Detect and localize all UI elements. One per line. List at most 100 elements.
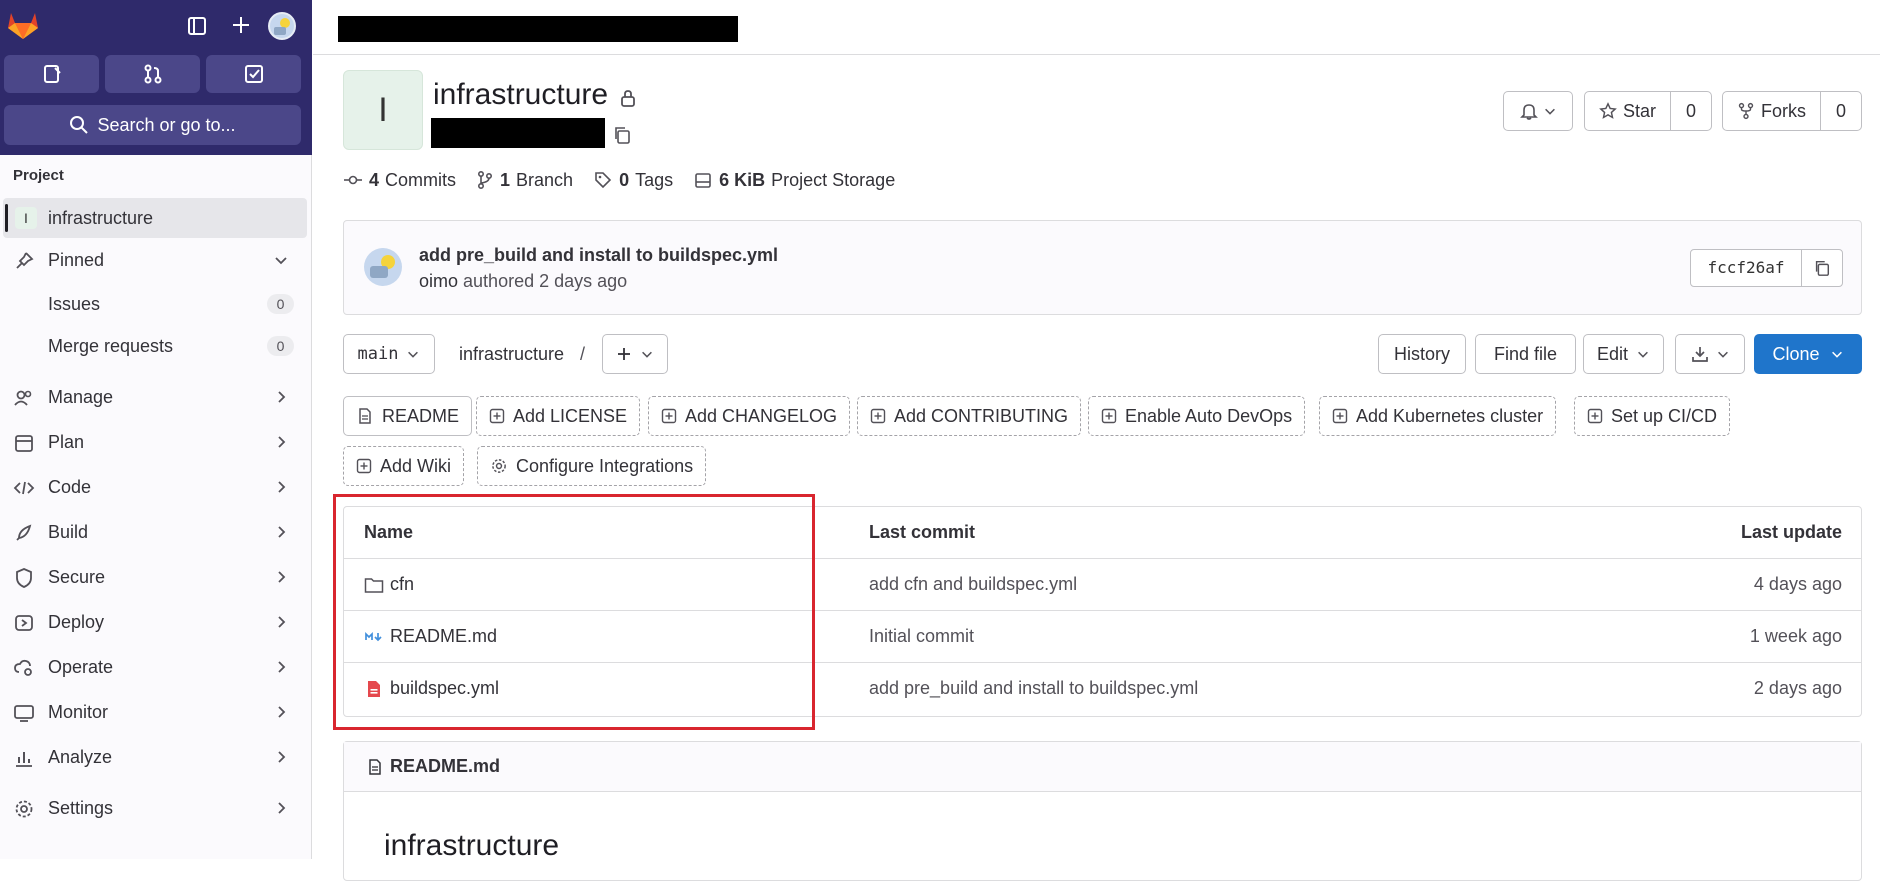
commit-icon — [343, 170, 363, 190]
merge-requests-count-badge: 0 — [267, 336, 294, 356]
enable-auto-devops-label: Enable Auto DevOps — [1125, 405, 1293, 426]
sidebar-item-merge-requests[interactable]: Merge requests 0 — [3, 326, 307, 366]
project-stats: 4 Commits 1 Branch 0 Tags 6 KiB Project … — [343, 168, 915, 192]
file-last-commit-link[interactable]: add cfn and buildspec.yml — [869, 574, 1077, 595]
breadcrumb-separator: / — [580, 344, 586, 364]
sidebar-item-label: infrastructure — [48, 207, 154, 228]
branch-selector[interactable]: main — [343, 334, 435, 374]
file-last-commit-link[interactable]: add pre_build and install to buildspec.y… — [869, 678, 1198, 699]
top-bar — [313, 0, 1880, 55]
sidebar-item-manage[interactable]: Manage — [3, 377, 307, 417]
commits-stat[interactable]: 4 Commits — [343, 170, 456, 191]
sidebar-item-analyze[interactable]: Analyze — [3, 737, 307, 777]
code-icon — [13, 477, 35, 499]
storage-icon — [693, 170, 713, 190]
configure-integrations-button[interactable]: Configure Integrations — [477, 446, 707, 486]
sidebar-item-project[interactable]: I infrastructure — [3, 198, 307, 238]
breadcrumb-repo-link[interactable]: infrastructure — [459, 344, 564, 365]
download-button[interactable] — [1675, 334, 1745, 374]
readme-label: README — [382, 405, 460, 426]
copy-icon — [1813, 259, 1831, 277]
tags-label: Tags — [635, 169, 674, 190]
commit-title-link[interactable]: add pre_build and install to buildspec.y… — [419, 245, 778, 266]
add-wiki-label: Add Wiki — [380, 455, 452, 476]
plus-square-icon — [489, 408, 505, 424]
enable-auto-devops-button[interactable]: Enable Auto DevOps — [1088, 396, 1306, 436]
sidebar-item-label: Monitor — [48, 701, 109, 722]
sidebar-item-label: Manage — [48, 386, 114, 407]
redacted-project-id — [431, 118, 605, 148]
sidebar-item-issues[interactable]: Issues 0 — [3, 284, 307, 324]
issues-icon — [41, 63, 63, 85]
find-file-button[interactable]: Find file — [1475, 334, 1576, 374]
readme-button[interactable]: README — [343, 396, 473, 436]
sidebar-item-pinned[interactable]: Pinned — [3, 240, 307, 280]
commit-author-avatar[interactable] — [364, 248, 402, 286]
chevron-right-icon — [273, 569, 289, 585]
commit-time: authored 2 days ago — [463, 271, 628, 291]
sidebar-item-secure[interactable]: Secure — [3, 557, 307, 597]
chevron-right-icon — [273, 479, 289, 495]
toggle-sidebar-icon[interactable] — [184, 13, 210, 39]
add-wiki-button[interactable]: Add Wiki — [343, 446, 465, 486]
add-kubernetes-cluster-button[interactable]: Add Kubernetes cluster — [1319, 396, 1557, 436]
storage-stat[interactable]: 6 KiB Project Storage — [693, 170, 895, 191]
set-up-ci-cd-button[interactable]: Set up CI/CD — [1574, 396, 1731, 436]
forks-count[interactable]: 0 — [1821, 101, 1861, 122]
add-contributing-button[interactable]: Add CONTRIBUTING — [857, 396, 1082, 436]
file-last-update: 1 week ago — [1749, 626, 1842, 646]
edit-button[interactable]: Edit — [1583, 334, 1664, 374]
sidebar: Search or go to... Project I infrastruct… — [0, 0, 312, 859]
sidebar-item-deploy[interactable]: Deploy — [3, 602, 307, 642]
project-title: infrastructure — [433, 78, 609, 111]
chart-icon — [13, 747, 35, 769]
readme-heading: infrastructure — [384, 829, 560, 862]
sidebar-item-plan[interactable]: Plan — [3, 422, 307, 462]
sidebar-item-code[interactable]: Code — [3, 467, 307, 507]
commit-sha[interactable]: fccf26af — [1690, 249, 1802, 287]
sidebar-item-operate[interactable]: Operate — [3, 647, 307, 687]
tags-count: 0 — [619, 169, 630, 190]
sidebar-item-label: Plan — [48, 431, 85, 452]
gitlab-logo-icon[interactable] — [6, 9, 40, 41]
sidebar-item-settings[interactable]: Settings — [3, 788, 307, 828]
download-icon — [1690, 344, 1710, 364]
copy-sha-button[interactable] — [1801, 249, 1843, 287]
plus-icon[interactable] — [228, 12, 254, 38]
storage-size: 6 KiB — [719, 169, 766, 190]
edit-label: Edit — [1596, 343, 1629, 364]
sidebar-item-monitor[interactable]: Monitor — [3, 692, 307, 732]
add-to-tree-button[interactable] — [602, 334, 668, 374]
star-button[interactable]: Star 0 — [1584, 91, 1712, 131]
add-license-button[interactable]: Add LICENSE — [476, 396, 641, 436]
notification-settings-button[interactable] — [1503, 91, 1573, 131]
chevron-down-icon — [1830, 347, 1844, 361]
tags-stat[interactable]: 0 Tags — [593, 170, 673, 191]
sidebar-item-label: Merge requests — [48, 335, 174, 356]
assigned-issues-button[interactable] — [4, 55, 99, 93]
search-button[interactable]: Search or go to... — [4, 105, 301, 145]
chevron-down-icon — [640, 347, 654, 361]
copy-icon[interactable] — [612, 125, 632, 145]
clone-button[interactable]: Clone — [1754, 334, 1862, 374]
merge-requests-button[interactable] — [105, 55, 200, 93]
todo-list-button[interactable] — [206, 55, 301, 93]
bell-icon — [1519, 101, 1539, 121]
add-changelog-button[interactable]: Add CHANGELOG — [648, 396, 851, 436]
sidebar-item-label: Pinned — [48, 249, 105, 270]
chevron-down-icon — [406, 347, 420, 361]
history-button[interactable]: History — [1378, 334, 1466, 374]
chevron-right-icon — [273, 704, 289, 720]
readme-filename[interactable]: README.md — [390, 756, 500, 777]
plus-square-icon — [1101, 408, 1117, 424]
star-count[interactable]: 0 — [1671, 101, 1711, 122]
plus-icon — [616, 346, 632, 362]
forks-button[interactable]: Forks 0 — [1722, 91, 1862, 131]
branch-stat[interactable]: 1 Branch — [476, 170, 573, 191]
project-avatar: I — [15, 207, 37, 229]
commit-author-link[interactable]: oimo — [419, 271, 458, 291]
file-last-commit-link[interactable]: Initial commit — [869, 626, 974, 647]
user-avatar[interactable] — [268, 12, 296, 40]
sidebar-item-build[interactable]: Build — [3, 512, 307, 552]
branch-label: Branch — [516, 169, 574, 190]
